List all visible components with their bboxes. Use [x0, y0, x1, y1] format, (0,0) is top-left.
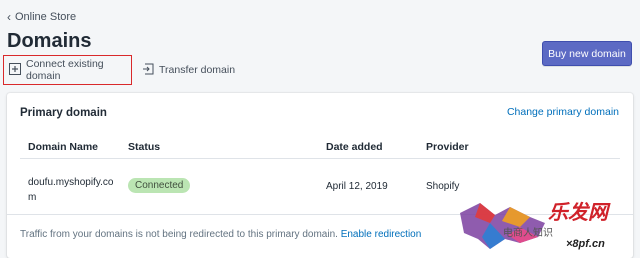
- column-header-status: Status: [128, 141, 161, 153]
- provider-cell: Shopify: [426, 181, 460, 192]
- transfer-domain-button[interactable]: Transfer domain: [142, 55, 235, 85]
- page-title: Domains: [7, 30, 92, 52]
- column-header-date-added: Date added: [326, 141, 383, 153]
- enable-redirection-link[interactable]: Enable redirection: [341, 229, 422, 240]
- breadcrumb-label: Online Store: [15, 11, 77, 23]
- transfer-domain-icon: [142, 63, 154, 78]
- chevron-left-icon: ‹: [7, 10, 11, 24]
- connect-existing-domain-label: Connect existing domain: [26, 58, 104, 82]
- transfer-domain-label: Transfer domain: [159, 64, 236, 76]
- watermark-caption: 电商人知识: [503, 228, 553, 239]
- watermark-brand: 乐发网: [548, 200, 608, 224]
- column-header-domain-name: Domain Name: [28, 141, 99, 153]
- breadcrumb[interactable]: ‹ Online Store: [7, 11, 76, 23]
- card-title: Primary domain: [20, 107, 107, 119]
- connect-existing-domain-button[interactable]: Connect existing domain: [3, 55, 132, 85]
- redirect-notice-text: Traffic from your domains is not being r…: [20, 229, 338, 240]
- page-actions: Connect existing domain Transfer domain: [0, 55, 640, 85]
- column-header-provider: Provider: [426, 141, 469, 153]
- status-badge: Connected: [128, 178, 191, 193]
- date-added-cell: April 12, 2019: [326, 181, 388, 192]
- table-divider: [20, 158, 620, 159]
- connect-domain-icon: [9, 62, 21, 78]
- change-primary-domain-link[interactable]: Change primary domain: [507, 106, 619, 118]
- domain-name-cell[interactable]: doufu.myshopify.com: [28, 175, 118, 205]
- watermark-site: ×8pf.cn: [566, 238, 605, 250]
- redirect-notice: Traffic from your domains is not being r…: [20, 229, 421, 240]
